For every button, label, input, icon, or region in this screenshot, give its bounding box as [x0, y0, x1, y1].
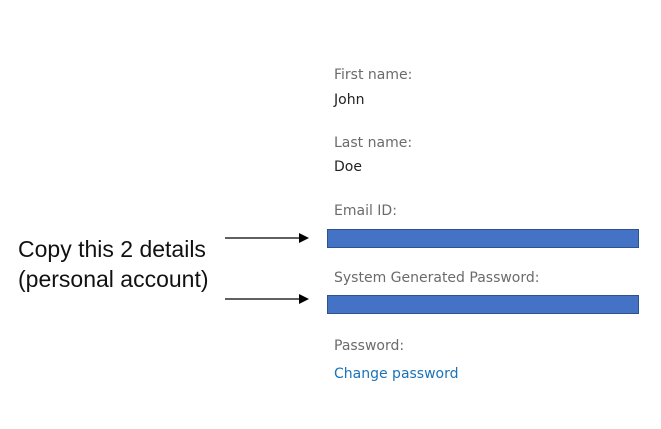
- email-label: Email ID:: [334, 203, 397, 219]
- last-name-value: Doe: [334, 159, 362, 175]
- first-name-value: John: [334, 92, 365, 108]
- password-label: Password:: [334, 338, 405, 354]
- email-value-redacted: [327, 229, 639, 248]
- last-name-label: Last name:: [334, 135, 413, 151]
- system-password-label: System Generated Password:: [334, 270, 540, 286]
- arrow-to-password-icon: [225, 294, 309, 304]
- system-password-value-redacted: [327, 295, 639, 314]
- first-name-label: First name:: [334, 67, 413, 83]
- change-password-link[interactable]: Change password: [334, 366, 459, 382]
- arrow-to-email-icon: [225, 233, 309, 243]
- annotation-note: Copy this 2 details (personal account): [18, 236, 209, 292]
